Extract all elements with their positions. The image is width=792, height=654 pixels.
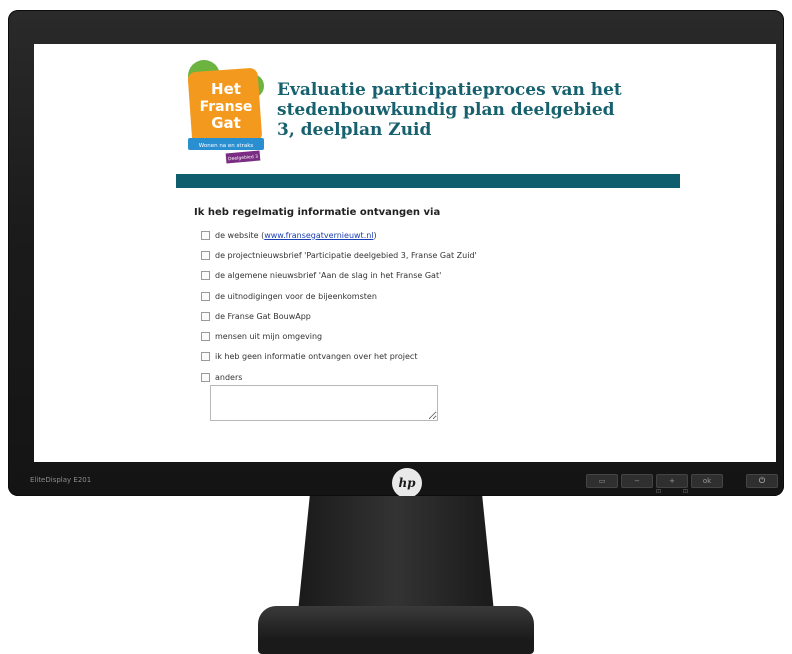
hp-logo-icon: hp: [392, 468, 422, 498]
monitor-scene: Het Franse Gat Wonen na en straks Deelge…: [0, 0, 792, 654]
checkbox[interactable]: [201, 311, 210, 321]
option-label: de uitnodigingen voor de bijeenkomsten: [215, 291, 377, 301]
control-sublabel: ⊡: [656, 488, 684, 495]
monitor-minus-button[interactable]: −: [621, 474, 653, 488]
option-label: ik heb geen informatie ontvangen over he…: [215, 352, 418, 362]
header-divider-bar: [176, 174, 680, 188]
monitor-control-buttons: ▭ − + ok: [586, 474, 723, 488]
het-franse-gat-logo: Het Franse Gat Wonen na en straks Deelge…: [187, 60, 264, 164]
checkbox[interactable]: [201, 372, 210, 382]
logo-line3: Gat: [211, 114, 241, 132]
option-geen-informatie[interactable]: ik heb geen informatie ontvangen over he…: [201, 347, 477, 367]
logo-line2: Franse: [200, 99, 253, 115]
logo-tagline: Wonen na en straks: [199, 143, 254, 149]
option-label: de Franse Gat BouwApp: [215, 311, 311, 321]
checkbox[interactable]: [201, 332, 210, 342]
monitor-screen: Het Franse Gat Wonen na en straks Deelge…: [34, 44, 776, 462]
monitor-plus-button[interactable]: +: [656, 474, 688, 488]
monitor-control-sublabels: ⊡⊡: [656, 488, 710, 495]
option-label: de website (www.fransegatvernieuwt.nl): [215, 231, 377, 240]
checkbox[interactable]: [201, 250, 210, 260]
website-link[interactable]: www.fransegatvernieuwt.nl: [264, 231, 373, 240]
monitor-stand-neck: [298, 496, 494, 612]
option-label-suffix: ): [373, 230, 377, 240]
anders-textarea[interactable]: [210, 385, 438, 421]
monitor-stand-base: [258, 606, 534, 654]
checkbox-list: de website (www.fransegatvernieuwt.nl) d…: [201, 225, 477, 387]
option-algemene-nieuwsbrief[interactable]: de algemene nieuwsbrief 'Aan de slag in …: [201, 266, 477, 286]
page-title: Evaluatie participatieproces van het ste…: [277, 80, 622, 140]
option-label: mensen uit mijn omgeving: [215, 332, 323, 342]
checkbox[interactable]: [201, 230, 210, 240]
option-label-prefix: de website (: [215, 230, 265, 240]
checkbox[interactable]: [201, 352, 210, 362]
option-omgeving[interactable]: mensen uit mijn omgeving: [201, 326, 477, 346]
option-label: de algemene nieuwsbrief 'Aan de slag in …: [215, 271, 442, 281]
option-bouwapp[interactable]: de Franse Gat BouwApp: [201, 306, 477, 326]
checkbox[interactable]: [201, 291, 210, 301]
monitor-ok-button[interactable]: ok: [691, 474, 723, 488]
option-projectnieuwsbrief[interactable]: de projectnieuwsbrief 'Participatie deel…: [201, 245, 477, 265]
option-label: de projectnieuwsbrief 'Participatie deel…: [215, 250, 477, 260]
checkbox[interactable]: [201, 271, 210, 281]
monitor-menu-button[interactable]: ▭: [586, 474, 618, 488]
question-label: Ik heb regelmatig informatie ontvangen v…: [194, 207, 441, 218]
logo-line1: Het: [211, 80, 241, 98]
power-button-icon[interactable]: ⏻: [746, 474, 778, 488]
control-sublabel: ⊡: [683, 488, 711, 495]
monitor-model-label: EliteDisplay E201: [30, 476, 92, 484]
option-label: anders: [215, 372, 243, 382]
option-uitnodigingen[interactable]: de uitnodigingen voor de bijeenkomsten: [201, 286, 477, 306]
option-website[interactable]: de website (www.fransegatvernieuwt.nl): [201, 225, 477, 245]
